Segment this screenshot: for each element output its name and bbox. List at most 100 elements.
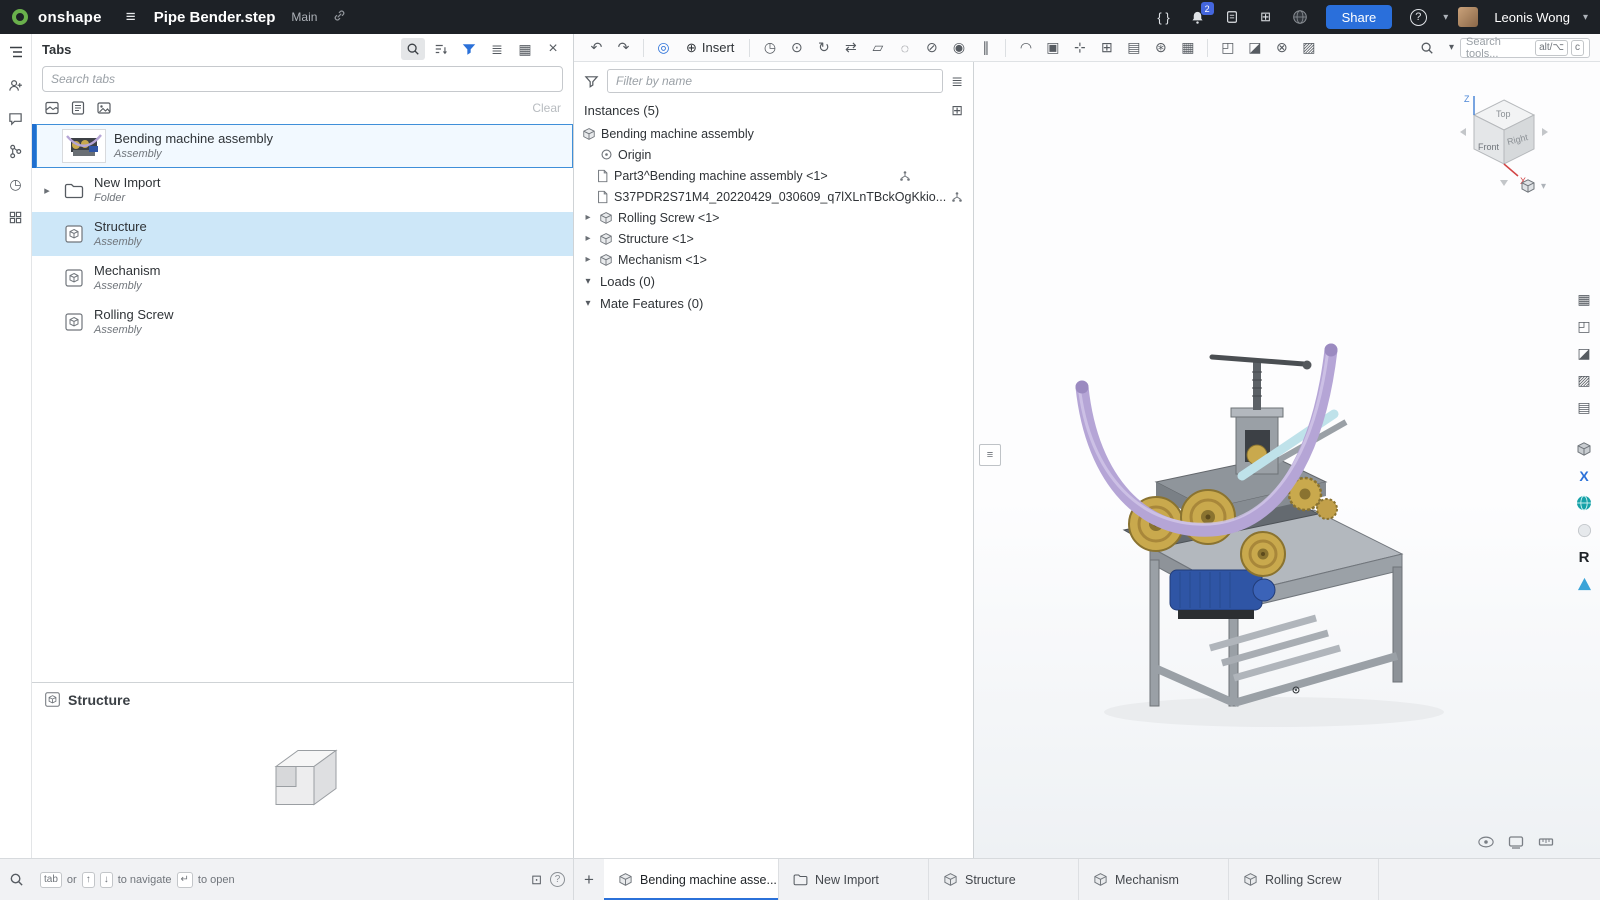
tab-list-item[interactable]: Bending machine assembly Assembly: [32, 124, 573, 168]
tabs-panel-icon[interactable]: [6, 42, 26, 62]
cube-app-icon[interactable]: [1573, 438, 1595, 460]
display-options-icon[interactable]: ▨: [1296, 37, 1321, 59]
section-view-icon[interactable]: ◪: [1242, 37, 1267, 59]
mate-features-section-header[interactable]: ▾ Mate Features (0): [574, 292, 973, 314]
list-view-icon[interactable]: ≣: [485, 38, 509, 60]
help-caret-icon[interactable]: ▾: [1443, 12, 1448, 23]
document-tab[interactable]: New Import: [779, 859, 929, 900]
tangent-mate-icon[interactable]: ◠: [1013, 37, 1038, 59]
sort-icon[interactable]: [429, 38, 453, 60]
share-button[interactable]: Share: [1325, 5, 1393, 29]
follow-mode-icon[interactable]: [6, 75, 26, 95]
versions-graph-icon[interactable]: [6, 141, 26, 161]
user-menu-caret-icon[interactable]: ▾: [1583, 12, 1588, 23]
parts-panel-icon[interactable]: ◰: [1573, 315, 1595, 337]
pin-slot-mate-icon[interactable]: ⊘: [919, 37, 944, 59]
tree-row[interactable]: ▸ Structure <1>: [574, 228, 973, 249]
x-app-icon[interactable]: X: [1573, 465, 1595, 487]
insert-button[interactable]: ⊕ Insert: [678, 37, 742, 59]
replicate-icon[interactable]: ⊞: [1094, 37, 1119, 59]
fixed-instance-icon[interactable]: [951, 191, 963, 203]
fastened-mate-icon[interactable]: ⊙: [784, 37, 809, 59]
loads-section-header[interactable]: ▾ Loads (0): [574, 270, 973, 292]
display-states-panel-icon[interactable]: ▨: [1573, 369, 1595, 391]
render-app-icon[interactable]: R: [1573, 546, 1595, 568]
graphics-viewport[interactable]: Top Front Right Z X ▾ ▦ ◰ ◪ ▨ ▤ X R ≡: [974, 62, 1600, 858]
view-options-button[interactable]: ▾: [1520, 178, 1546, 194]
globe-app-icon[interactable]: [1573, 492, 1595, 514]
collapse-chevron-icon[interactable]: ▾: [582, 298, 594, 309]
insert-instance-icon[interactable]: ⊞: [951, 102, 963, 119]
history-icon[interactable]: ◷: [757, 37, 782, 59]
viewcube-front-label[interactable]: Front: [1478, 142, 1500, 152]
search-tools-input[interactable]: Search tools... alt/⌥ c: [1460, 36, 1590, 60]
mate-connector-icon[interactable]: ⊹: [1067, 37, 1092, 59]
appearance-panel-icon[interactable]: ▤: [1573, 396, 1595, 418]
document-tab[interactable]: Structure: [929, 859, 1079, 900]
document-tab[interactable]: Bending machine asse...: [604, 859, 779, 900]
tree-row[interactable]: Part3^Bending machine assembly <1>: [574, 165, 973, 186]
help-icon[interactable]: ?: [1406, 5, 1430, 29]
named-views-icon[interactable]: ◰: [1215, 37, 1240, 59]
panel-resize-handle[interactable]: ≡: [979, 444, 1001, 466]
tree-row[interactable]: ▸ Mechanism <1>: [574, 249, 973, 270]
cylindrical-mate-icon[interactable]: ◌: [892, 37, 917, 59]
close-panel-icon[interactable]: ×: [541, 38, 565, 60]
triangle-app-icon[interactable]: [1573, 573, 1595, 595]
rotate-left-arrow-icon[interactable]: [1460, 128, 1466, 136]
measure-caret-icon[interactable]: ▾: [1449, 42, 1454, 53]
parallel-mate-icon[interactable]: ∥: [973, 37, 998, 59]
bom-panel-icon[interactable]: ▦: [1573, 288, 1595, 310]
properties-grid-icon[interactable]: [6, 207, 26, 227]
expand-chevron-icon[interactable]: ▸: [582, 254, 594, 265]
undo-button[interactable]: ↶: [584, 37, 609, 59]
linear-pattern-icon[interactable]: ▤: [1121, 37, 1146, 59]
visibility-tool-icon[interactable]: [1506, 832, 1526, 852]
collapse-chevron-icon[interactable]: ▾: [582, 276, 594, 287]
tree-row[interactable]: S37PDR2S71M4_20220429_030609_q7lXLnTBckO…: [574, 186, 973, 207]
tab-list-item[interactable]: Mechanism Assembly: [32, 256, 573, 300]
filter-partstudio-icon[interactable]: [44, 100, 60, 116]
rotate-down-arrow-icon[interactable]: [1500, 180, 1508, 186]
configurations-panel-icon[interactable]: ◪: [1573, 342, 1595, 364]
onshape-logo-icon[interactable]: [12, 9, 28, 25]
comments-icon[interactable]: [6, 108, 26, 128]
ball-mate-icon[interactable]: ◉: [946, 37, 971, 59]
search-tabs-icon[interactable]: [9, 872, 24, 887]
add-tab-button[interactable]: +: [574, 859, 604, 900]
notifications-bell-icon[interactable]: 2: [1186, 2, 1214, 29]
tab-list-item[interactable]: Rolling Screw Assembly: [32, 300, 573, 344]
document-tab[interactable]: Mechanism: [1079, 859, 1229, 900]
sphere-app-icon[interactable]: [1573, 519, 1595, 541]
view-cube[interactable]: Top Front Right Z X: [1452, 90, 1556, 190]
learning-globe-icon[interactable]: [1288, 5, 1312, 29]
hints-help-icon[interactable]: ?: [550, 871, 565, 887]
viewcube-top-label[interactable]: Top: [1496, 109, 1511, 119]
expand-chevron-icon[interactable]: ▸: [582, 212, 594, 223]
planar-mate-icon[interactable]: ▱: [865, 37, 890, 59]
filter-icon[interactable]: [457, 38, 481, 60]
branch-label[interactable]: Main: [291, 10, 317, 24]
redo-button[interactable]: ↷: [611, 37, 636, 59]
revolute-mate-icon[interactable]: ↻: [811, 37, 836, 59]
release-notes-icon[interactable]: [1220, 5, 1244, 29]
tree-row[interactable]: Origin: [574, 144, 973, 165]
filter-funnel-icon[interactable]: [584, 74, 599, 89]
grid-view-icon[interactable]: ▦: [513, 38, 537, 60]
exploded-view-icon[interactable]: ⊗: [1269, 37, 1294, 59]
solve-assembly-icon[interactable]: ◎: [651, 37, 676, 59]
filter-drawing-icon[interactable]: [70, 100, 86, 116]
filter-by-name-input[interactable]: [607, 69, 944, 93]
tab-list-item[interactable]: Structure Assembly: [32, 212, 573, 256]
share-link-icon[interactable]: [333, 9, 346, 25]
circular-pattern-icon[interactable]: ⊛: [1148, 37, 1173, 59]
search-tabs-input[interactable]: [51, 72, 554, 86]
expand-chevron-icon[interactable]: ▸: [582, 233, 594, 244]
fixed-instance-icon[interactable]: [899, 170, 911, 182]
measure-tool-icon[interactable]: [1536, 832, 1556, 852]
tree-row[interactable]: Bending machine assembly: [574, 123, 973, 144]
tree-row[interactable]: ▸ Rolling Screw <1>: [574, 207, 973, 228]
clear-filters-button[interactable]: Clear: [532, 101, 561, 115]
bom-table-icon[interactable]: ▦: [1175, 37, 1200, 59]
app-store-grid-icon[interactable]: ⊞: [1254, 5, 1278, 29]
